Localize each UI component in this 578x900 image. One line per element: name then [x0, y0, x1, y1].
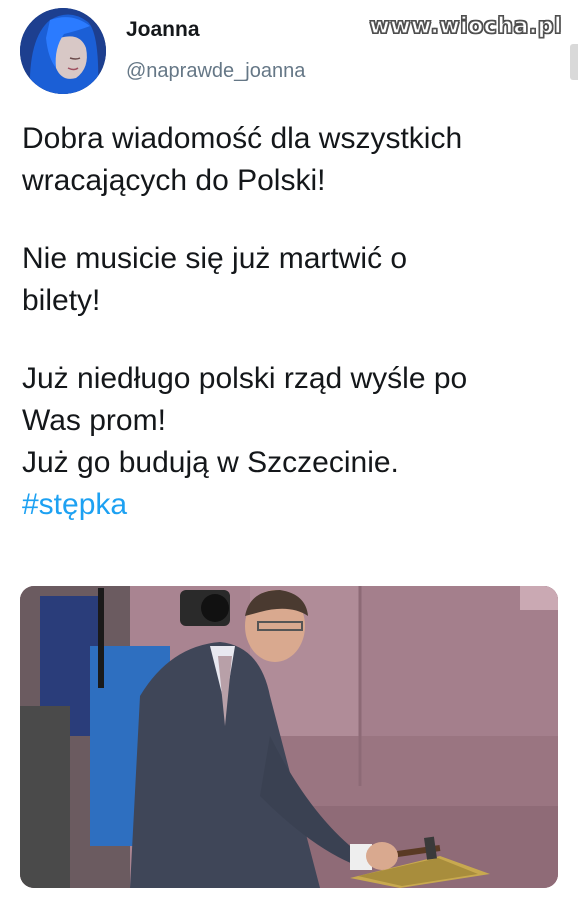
tweet-paragraph: Dobra wiadomość dla wszystkich wracający…	[22, 118, 562, 202]
user-handle[interactable]: @naprawde_joanna	[126, 60, 305, 83]
watermark: www.wiocha.pl	[369, 13, 562, 39]
tweet-header: Joanna @naprawde_joanna www.wiocha.pl	[0, 0, 578, 100]
tweet-line: Nie musicie się już martwić o	[22, 242, 408, 275]
tweet-line: Was prom!	[22, 404, 166, 437]
display-name[interactable]: Joanna	[126, 18, 200, 42]
tweet-photo[interactable]	[20, 586, 558, 888]
hashtag-link[interactable]: #stępka	[22, 488, 127, 521]
avatar-image	[20, 8, 106, 94]
side-scroll-tab	[570, 44, 578, 80]
tweet-line: Już go budują w Szczecinie.	[22, 446, 399, 479]
tweet-line: wracających do Polski!	[22, 164, 326, 197]
tweet-paragraph: Już niedługo polski rząd wyśle po Was pr…	[22, 358, 562, 526]
tweet-line: Dobra wiadomość dla wszystkich	[22, 122, 463, 155]
tweet-text: Dobra wiadomość dla wszystkich wracający…	[22, 118, 562, 526]
tweet-line: bilety!	[22, 284, 101, 317]
tweet-paragraph: Nie musicie się już martwić o bilety!	[22, 238, 562, 322]
tweet-line: Już niedługo polski rząd wyśle po	[22, 362, 468, 395]
avatar[interactable]	[20, 8, 106, 94]
photo-icon	[20, 586, 558, 888]
